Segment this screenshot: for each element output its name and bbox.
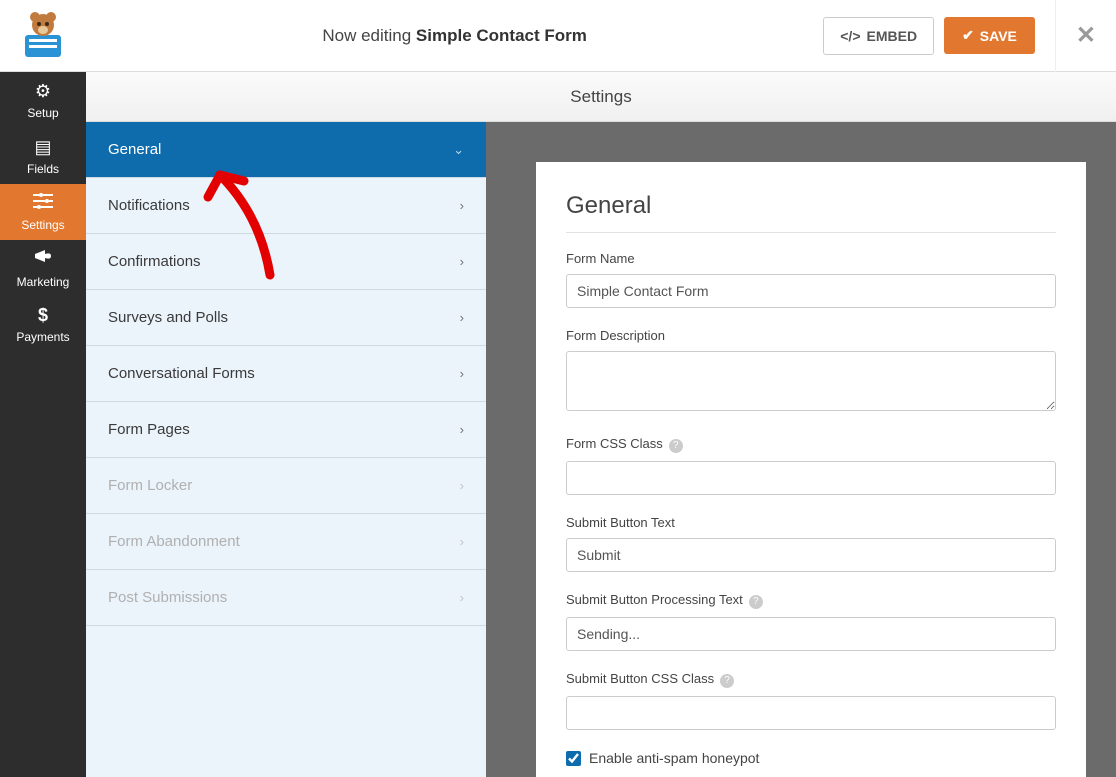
- chevron-right-icon: ›: [460, 478, 464, 493]
- editing-form-name: Simple Contact Form: [416, 26, 587, 45]
- field-honeypot: Enable anti-spam honeypot: [566, 750, 1056, 766]
- subnav-label: Conversational Forms: [108, 365, 255, 382]
- editing-prefix: Now editing: [322, 26, 411, 45]
- submit-processing-label: Submit Button Processing Text?: [566, 592, 1056, 609]
- chevron-right-icon: ›: [460, 198, 464, 213]
- field-form-name: Form Name: [566, 251, 1056, 308]
- embed-label: EMBED: [867, 28, 918, 44]
- subnav-surveys[interactable]: Surveys and Polls ›: [86, 290, 486, 346]
- nav-marketing[interactable]: Marketing: [0, 240, 86, 296]
- subnav-form-locker[interactable]: Form Locker ›: [86, 458, 486, 514]
- subnav-label: General: [108, 141, 161, 158]
- content-row: General ⌄ Notifications › Confirmations …: [86, 122, 1116, 777]
- close-icon: ✕: [1076, 21, 1096, 50]
- subnav-label: Notifications: [108, 197, 190, 214]
- chevron-right-icon: ›: [460, 254, 464, 269]
- code-icon: </>: [840, 28, 860, 44]
- gear-icon: ⚙: [35, 81, 51, 102]
- submit-processing-input[interactable]: [566, 617, 1056, 651]
- sliders-icon: [33, 193, 53, 214]
- chevron-right-icon: ›: [460, 310, 464, 325]
- help-icon[interactable]: ?: [720, 674, 734, 688]
- content-area: General Form Name Form Description Form …: [486, 122, 1116, 777]
- nav-setup[interactable]: ⚙ Setup: [0, 72, 86, 128]
- left-nav: ⚙ Setup ▤ Fields Settings Marketing $ Pa…: [0, 72, 86, 777]
- subnav-post-submissions[interactable]: Post Submissions ›: [86, 570, 486, 626]
- nav-settings[interactable]: Settings: [0, 184, 86, 240]
- chevron-down-icon: ⌄: [453, 142, 464, 158]
- form-description-label: Form Description: [566, 328, 1056, 343]
- subnav-conversational[interactable]: Conversational Forms ›: [86, 346, 486, 402]
- embed-button[interactable]: </> EMBED: [823, 17, 934, 55]
- panel-heading: General: [566, 192, 1056, 233]
- chevron-right-icon: ›: [460, 422, 464, 437]
- subnav-confirmations[interactable]: Confirmations ›: [86, 234, 486, 290]
- close-button[interactable]: ✕: [1055, 0, 1096, 72]
- subnav-form-abandonment[interactable]: Form Abandonment ›: [86, 514, 486, 570]
- nav-label: Marketing: [17, 275, 70, 289]
- subnav-label: Post Submissions: [108, 589, 227, 606]
- main-wrap: ⚙ Setup ▤ Fields Settings Marketing $ Pa…: [0, 72, 1116, 777]
- subnav-label: Surveys and Polls: [108, 309, 228, 326]
- field-form-css: Form CSS Class?: [566, 436, 1056, 495]
- chevron-right-icon: ›: [460, 590, 464, 605]
- nav-fields[interactable]: ▤ Fields: [0, 128, 86, 184]
- subnav-general[interactable]: General ⌄: [86, 122, 486, 178]
- help-icon[interactable]: ?: [669, 439, 683, 453]
- help-icon[interactable]: ?: [749, 595, 763, 609]
- nav-label: Payments: [16, 330, 69, 344]
- chevron-right-icon: ›: [460, 366, 464, 381]
- form-description-input[interactable]: [566, 351, 1056, 411]
- subnav-label: Form Locker: [108, 477, 192, 494]
- form-name-label: Form Name: [566, 251, 1056, 266]
- field-submit-text: Submit Button Text: [566, 515, 1056, 572]
- subnav-label: Form Pages: [108, 421, 190, 438]
- center-column: Settings General ⌄ Notifications › Confi…: [86, 72, 1116, 777]
- top-actions: </> EMBED ✔ SAVE: [823, 17, 1035, 55]
- editing-title: Now editing Simple Contact Form: [86, 26, 823, 46]
- submit-css-input[interactable]: [566, 696, 1056, 730]
- form-name-input[interactable]: [566, 274, 1056, 308]
- subnav-label: Form Abandonment: [108, 533, 240, 550]
- top-bar: Now editing Simple Contact Form </> EMBE…: [0, 0, 1116, 72]
- subnav-label: Confirmations: [108, 253, 201, 270]
- nav-label: Fields: [27, 162, 59, 176]
- field-form-description: Form Description: [566, 328, 1056, 416]
- form-css-input[interactable]: [566, 461, 1056, 495]
- check-icon: ✔: [962, 27, 974, 44]
- app-logo: [0, 0, 86, 72]
- submit-css-label: Submit Button CSS Class?: [566, 671, 1056, 688]
- subnav-form-pages[interactable]: Form Pages ›: [86, 402, 486, 458]
- list-icon: ▤: [34, 137, 51, 158]
- honeypot-label: Enable anti-spam honeypot: [589, 750, 759, 766]
- settings-subnav: General ⌄ Notifications › Confirmations …: [86, 122, 486, 777]
- page-title: Settings: [86, 72, 1116, 122]
- subnav-notifications[interactable]: Notifications ›: [86, 178, 486, 234]
- subnav-spacer: [86, 626, 486, 777]
- dollar-icon: $: [38, 305, 48, 326]
- field-submit-css: Submit Button CSS Class?: [566, 671, 1056, 730]
- submit-text-input[interactable]: [566, 538, 1056, 572]
- nav-label: Setup: [27, 106, 58, 120]
- nav-label: Settings: [21, 218, 64, 232]
- submit-text-label: Submit Button Text: [566, 515, 1056, 530]
- chevron-right-icon: ›: [460, 534, 464, 549]
- nav-payments[interactable]: $ Payments: [0, 296, 86, 352]
- honeypot-checkbox[interactable]: [566, 751, 581, 766]
- field-submit-processing: Submit Button Processing Text?: [566, 592, 1056, 651]
- save-button[interactable]: ✔ SAVE: [944, 17, 1035, 54]
- settings-card: General Form Name Form Description Form …: [536, 162, 1086, 777]
- bullhorn-icon: [33, 248, 53, 271]
- form-css-label: Form CSS Class?: [566, 436, 1056, 453]
- save-label: SAVE: [980, 28, 1017, 44]
